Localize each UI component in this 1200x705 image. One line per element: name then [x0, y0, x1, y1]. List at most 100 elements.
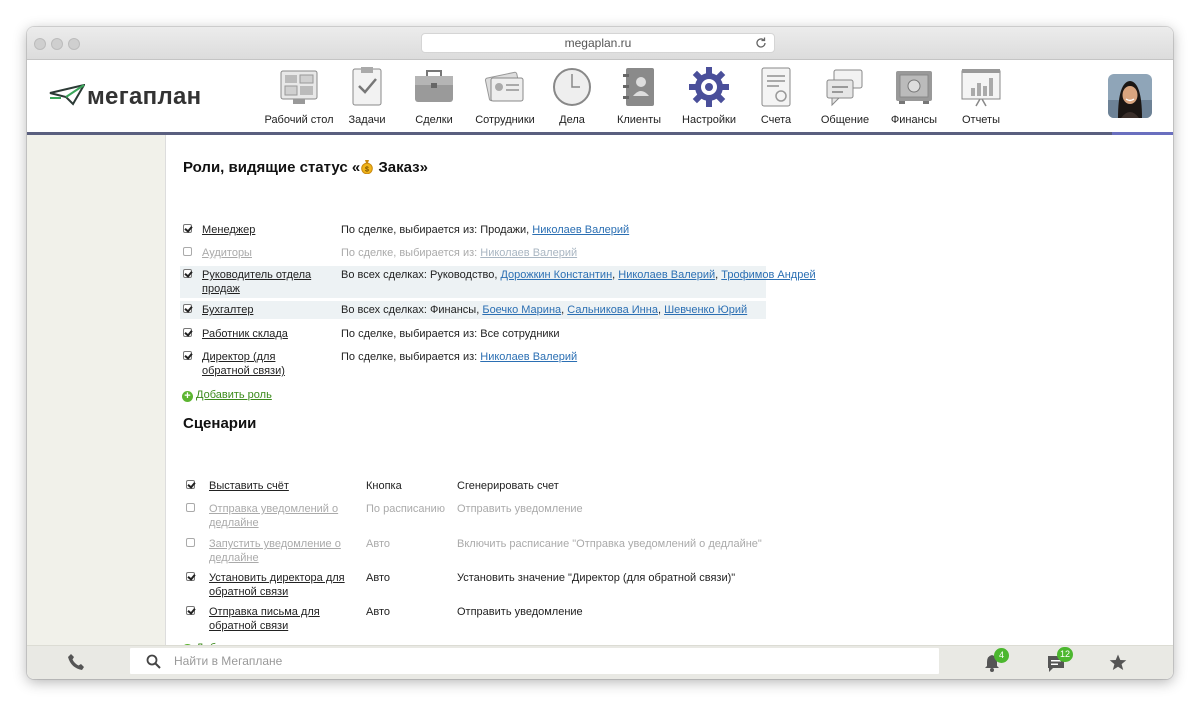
role-scope: По сделке, выбирается из: Все сотрудники [341, 327, 560, 341]
role-scope: Во всех сделках: Руководство, Дорожкин К… [341, 268, 816, 282]
messages-button[interactable]: 12 [1045, 647, 1081, 674]
gear-icon [689, 67, 729, 107]
bottom-bar: Найти в Мегаплане 4 12 [27, 645, 1173, 679]
safe-icon [896, 71, 932, 104]
scenario-checkbox[interactable] [186, 606, 195, 615]
role-name-link[interactable]: Директор (для обратной связи) [202, 350, 324, 378]
nav-invoices[interactable]: Счета [753, 66, 799, 128]
employee-link[interactable]: Николаев Валерий [532, 224, 629, 236]
role-checkbox[interactable] [183, 328, 192, 337]
star-icon[interactable] [1109, 654, 1127, 671]
address-bar[interactable]: megaplan.ru [421, 33, 775, 53]
briefcase-icon [415, 70, 453, 102]
scenario-trigger: Авто [366, 538, 390, 550]
zoom-window-button[interactable] [68, 38, 80, 50]
employee-link[interactable]: Сальникова Инна [567, 304, 658, 316]
nav-desktop[interactable]: Рабочий стол [262, 66, 336, 128]
nav-tasks[interactable]: Задачи [342, 66, 392, 128]
search-box[interactable]: Найти в Мегаплане [130, 648, 939, 674]
nav-communication[interactable]: Общение [817, 66, 873, 128]
roles-title-status: Заказ [378, 159, 420, 176]
role-name-link[interactable]: Бухгалтер [202, 303, 324, 317]
role-checkbox[interactable] [183, 224, 192, 233]
nav-reports[interactable]: Отчеты [957, 66, 1005, 128]
role-row: Аудиторы По сделке, выбирается из: Никола… [180, 244, 766, 262]
nav-label: Сделки [415, 114, 453, 126]
scenario-action: Установить значение "Директор (для обрат… [457, 572, 736, 584]
minimize-window-button[interactable] [51, 38, 63, 50]
employee-link[interactable]: Николаев Валерий [480, 247, 577, 259]
phone-icon[interactable] [67, 653, 85, 671]
scenario-checkbox[interactable] [186, 572, 195, 581]
nav-deals[interactable]: Сделки [409, 66, 459, 128]
role-name-link[interactable]: Аудиторы [202, 246, 324, 260]
role-row: Работник склада По сделке, выбирается из:… [180, 325, 766, 343]
employee-link[interactable]: Николаев Валерий [618, 269, 715, 281]
nav-label: Общение [820, 114, 870, 126]
employee-link[interactable]: Николаев Валерий [480, 351, 577, 363]
role-scope-prefix: По сделке, выбирается из: [341, 351, 481, 363]
nav-settings[interactable]: Настройки [678, 66, 740, 128]
id-cards-icon [484, 71, 524, 102]
search-icon [146, 654, 161, 669]
notifications-button[interactable]: 4 [981, 648, 1011, 674]
nav-label: Рабочий стол [264, 114, 334, 126]
nav-finance[interactable]: Финансы [885, 66, 943, 128]
scenario-trigger: Авто [366, 606, 390, 618]
role-scope: По сделке, выбирается из: Николаев Валер… [341, 350, 577, 364]
user-avatar[interactable] [1108, 74, 1152, 118]
add-role-link[interactable]: + Добавить роль [182, 389, 272, 402]
role-name-link[interactable]: Руководитель отдела продаж [202, 268, 324, 296]
invoice-icon [761, 67, 791, 107]
scenarios-section-title: Сценарии [183, 415, 257, 432]
search-placeholder: Найти в Мегаплане [174, 654, 283, 668]
role-scope: По сделке, выбирается из: Продажи, Никол… [341, 223, 629, 237]
role-name-link[interactable]: Менеджер [202, 223, 324, 237]
role-checkbox[interactable] [183, 351, 192, 360]
role-scope: Во всех сделках: Финансы, Боечко Марина,… [341, 303, 747, 317]
notifications-badge: 4 [994, 648, 1009, 663]
scenario-row: Отправка письма для обратной связи Авто От… [180, 603, 800, 633]
scenario-name-link[interactable]: Отправка уведомлений о дедлайне [209, 502, 357, 530]
nav-label: Сотрудники [475, 114, 535, 126]
role-checkbox[interactable] [183, 304, 192, 313]
nav-label: Клиенты [616, 114, 662, 126]
scenario-row: Установить директора для обратной связи А… [180, 569, 800, 599]
role-row: Бухгалтер Во всех сделках: Финансы, Боечк… [180, 301, 766, 319]
employee-link[interactable]: Шевченко Юрий [664, 304, 747, 316]
nav-employees[interactable]: Сотрудники [470, 66, 540, 128]
role-checkbox[interactable] [183, 269, 192, 278]
add-role-label: Добавить роль [196, 389, 272, 401]
role-scope: По сделке, выбирается из: Николаев Валер… [341, 246, 577, 260]
scenario-checkbox[interactable] [186, 538, 195, 547]
paper-plane-logo-icon [49, 84, 85, 106]
scenario-name-link[interactable]: Установить директора для обратной связи [209, 571, 357, 599]
clock-icon [553, 68, 591, 106]
plus-icon: + [182, 391, 193, 402]
browser-window: megaplan.ru мегаплан Рабочий стол Задачи… [27, 27, 1173, 679]
role-row: Руководитель отдела продаж Во всех сделка… [180, 266, 816, 298]
role-name-link[interactable]: Работник склада [202, 327, 324, 341]
role-checkbox[interactable] [183, 247, 192, 256]
svg-text:$: $ [365, 167, 369, 174]
scenario-name-link[interactable]: Отправка письма для обратной связи [209, 605, 357, 633]
scenario-row: Отправка уведомлений о дедлайне По распис… [180, 500, 800, 530]
tasks-clipboard-icon [352, 67, 382, 106]
nav-clients[interactable]: Клиенты [613, 66, 665, 128]
employee-link[interactable]: Дорожкин Константин [500, 269, 612, 281]
scenario-checkbox[interactable] [186, 503, 195, 512]
reload-icon[interactable] [754, 36, 768, 50]
money-bag-icon: $ [361, 160, 373, 175]
roles-section-title: Роли, видящие статус « $ Заказ» [183, 159, 428, 176]
scenario-name-link[interactable]: Запустить уведомление о дедлайне [209, 537, 357, 565]
scenario-name-link[interactable]: Выставить счёт [209, 479, 357, 493]
nav-label: Дела [559, 114, 585, 126]
employee-link[interactable]: Боечко Марина [482, 304, 561, 316]
report-chart-icon [961, 69, 1001, 107]
employee-link[interactable]: Трофимов Андрей [721, 269, 815, 281]
logo-text: мегаплан [87, 83, 202, 110]
nav-affairs[interactable]: Дела [549, 66, 595, 128]
close-window-button[interactable] [34, 38, 46, 50]
address-book-icon [623, 68, 654, 106]
scenario-checkbox[interactable] [186, 480, 195, 489]
